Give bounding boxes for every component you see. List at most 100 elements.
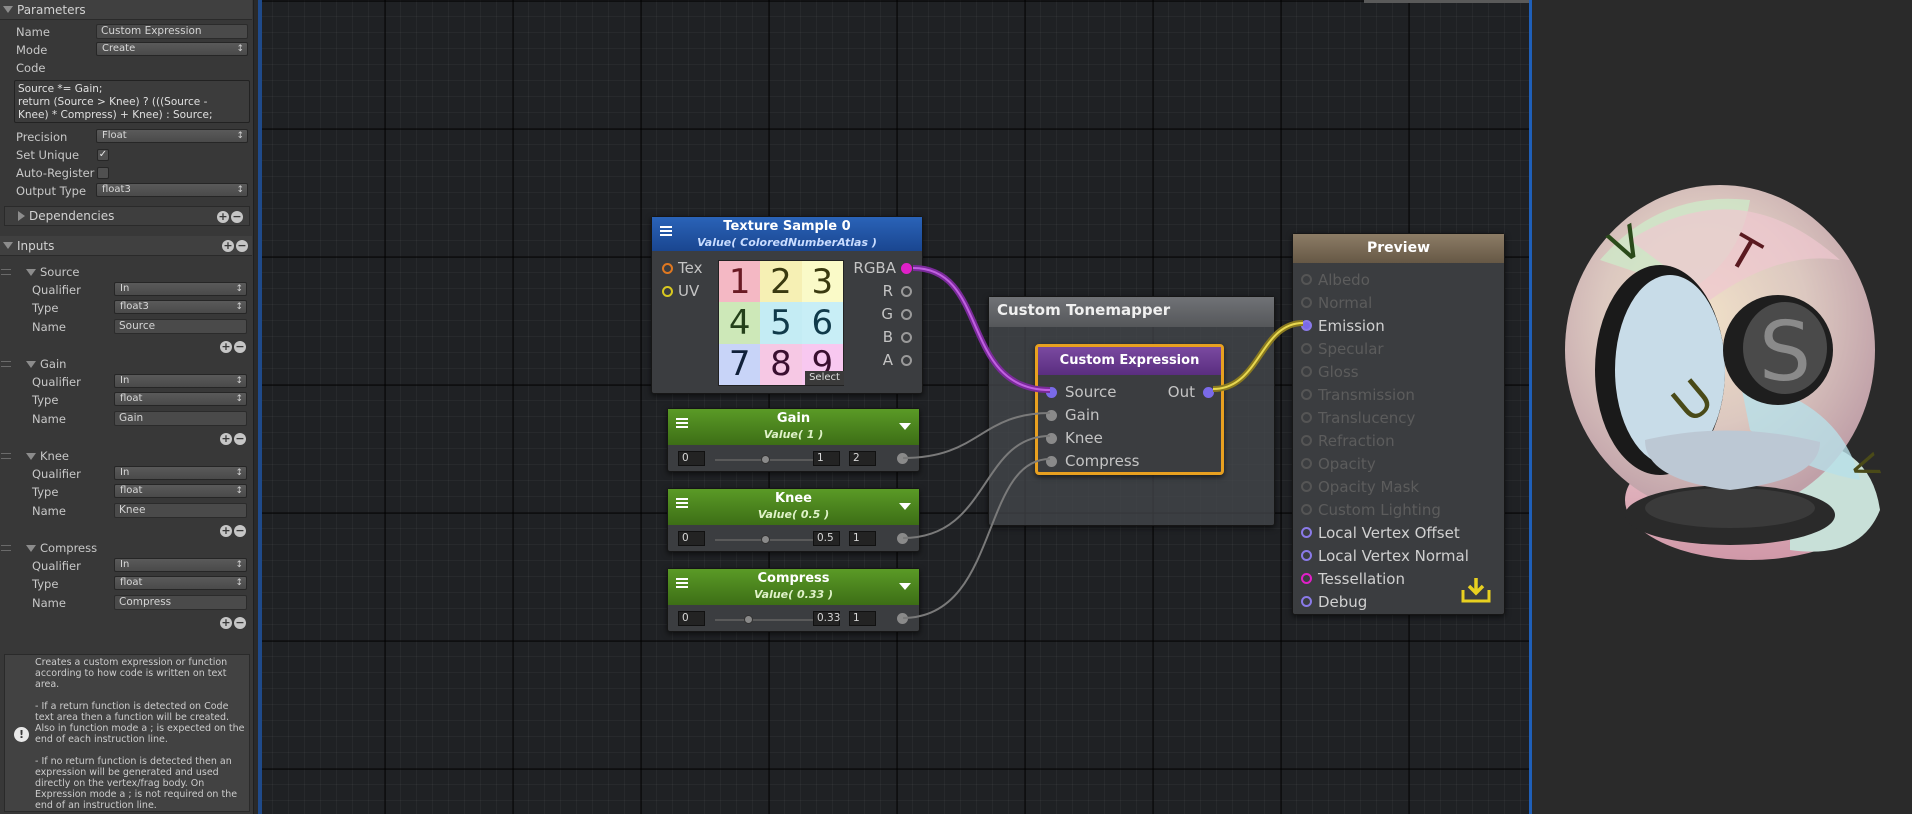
output-port-specular[interactable]: Specular [1301, 337, 1469, 360]
out-output-port[interactable]: Out [1168, 383, 1214, 401]
output-port-tessellation[interactable]: Tessellation [1301, 567, 1469, 590]
output-port-dot-icon[interactable] [897, 613, 908, 624]
add-input-icon[interactable]: + [220, 433, 232, 445]
port-dot-icon[interactable] [1301, 412, 1312, 423]
output-port-refraction[interactable]: Refraction [1301, 429, 1469, 452]
output-port-albedo[interactable]: Albedo [1301, 268, 1469, 291]
collapse-triangle-icon[interactable] [26, 360, 36, 368]
port-dot-icon[interactable] [1301, 435, 1312, 446]
preview-output-node[interactable]: Preview Albedo Normal Emission Specular Glos… [1292, 233, 1505, 615]
port-dot-icon[interactable] [901, 331, 912, 343]
remove-input-icon[interactable]: − [234, 433, 246, 445]
type-dropdown[interactable]: float [114, 576, 247, 590]
value-slider[interactable] [715, 455, 815, 464]
output-port-local-vertex-offset[interactable]: Local Vertex Offset [1301, 521, 1469, 544]
node-header[interactable]: Custom Expression [1038, 347, 1221, 375]
max-field[interactable]: 2 [849, 451, 876, 466]
port-dot-icon[interactable] [1301, 297, 1312, 308]
node-header[interactable]: Preview [1293, 234, 1504, 263]
value-slider[interactable] [715, 615, 815, 624]
add-input-icon[interactable]: + [220, 525, 232, 537]
input-name-field[interactable]: Source [114, 319, 247, 334]
knee-input-port[interactable]: Knee [1046, 429, 1103, 447]
add-input-icon[interactable]: + [220, 617, 232, 629]
tex-input-port[interactable]: Tex [662, 259, 702, 277]
port-dot-icon[interactable] [662, 285, 673, 297]
input-name-field[interactable]: Compress [114, 595, 247, 610]
group-header[interactable]: Custom Tonemapper [989, 297, 1274, 327]
drag-handle-icon[interactable] [1, 453, 11, 459]
output-port-normal[interactable]: Normal [1301, 291, 1469, 314]
remove-input-icon[interactable]: − [236, 240, 248, 252]
add-input-icon[interactable]: + [222, 240, 234, 252]
slider-knob[interactable] [744, 615, 753, 624]
drag-handle-icon[interactable] [1, 545, 11, 551]
output-port-gloss[interactable]: Gloss [1301, 360, 1469, 383]
type-dropdown[interactable]: float [114, 392, 247, 406]
knee-node[interactable]: Knee Value( 0.5 ) 0 0.5 1 [667, 488, 920, 552]
custom-expression-node[interactable]: Custom Expression Source Gain Knee Compr… [1035, 344, 1224, 475]
port-dot-icon[interactable] [901, 354, 912, 366]
slider-knob[interactable] [761, 455, 770, 464]
compress-input-port[interactable]: Compress [1046, 452, 1139, 470]
port-dot-icon[interactable] [901, 262, 912, 274]
a-output-port[interactable]: A [883, 351, 912, 369]
port-dot-icon[interactable] [1301, 573, 1312, 584]
value-field[interactable]: 1 [813, 451, 840, 466]
canvas-toolbar-stub[interactable] [1364, 0, 1529, 3]
output-port-transmission[interactable]: Transmission [1301, 383, 1469, 406]
max-field[interactable]: 1 [849, 531, 876, 546]
code-textarea[interactable]: Source *= Gain; return (Source > Knee) ?… [14, 80, 250, 123]
port-dot-icon[interactable] [1301, 274, 1312, 285]
output-type-dropdown[interactable]: float3 [96, 183, 248, 197]
save-download-icon[interactable] [1460, 576, 1492, 604]
output-port-dot-icon[interactable] [897, 533, 908, 544]
port-dot-icon[interactable] [1301, 320, 1312, 331]
remove-input-icon[interactable]: − [234, 525, 246, 537]
qualifier-dropdown[interactable]: In [114, 466, 247, 480]
port-dot-icon[interactable] [1301, 596, 1312, 607]
port-dot-icon[interactable] [1301, 527, 1312, 538]
port-dot-icon[interactable] [662, 262, 673, 274]
gain-input-port[interactable]: Gain [1046, 406, 1100, 424]
port-dot-icon[interactable] [1301, 389, 1312, 400]
material-preview[interactable]: S V T U 3 V [1540, 180, 1900, 620]
output-port-debug[interactable]: Debug [1301, 590, 1469, 613]
input-name-field[interactable]: Gain [114, 411, 247, 426]
port-dot-icon[interactable] [901, 308, 912, 320]
port-dot-icon[interactable] [1046, 432, 1057, 444]
port-dot-icon[interactable] [1301, 550, 1312, 561]
port-dot-icon[interactable] [1203, 386, 1214, 398]
collapse-triangle-icon[interactable] [26, 452, 36, 460]
port-dot-icon[interactable] [1046, 455, 1057, 467]
output-port-dot-icon[interactable] [897, 453, 908, 464]
min-field[interactable]: 0 [678, 611, 705, 626]
output-port-local-vertex-normal[interactable]: Local Vertex Normal [1301, 544, 1469, 567]
port-dot-icon[interactable] [1046, 409, 1057, 421]
node-header[interactable]: Texture Sample 0 Value( ColoredNumberAtl… [652, 217, 922, 251]
output-port-translucency[interactable]: Translucency [1301, 406, 1469, 429]
port-dot-icon[interactable] [1301, 504, 1312, 515]
precision-dropdown[interactable]: Float [96, 129, 248, 143]
port-dot-icon[interactable] [1301, 458, 1312, 469]
collapse-triangle-icon[interactable] [3, 242, 13, 249]
collapse-triangle-icon[interactable] [26, 544, 36, 552]
drag-handle-icon[interactable] [1, 361, 11, 367]
min-field[interactable]: 0 [678, 531, 705, 546]
value-field[interactable]: 0.33 [813, 611, 840, 626]
input-name-field[interactable]: Knee [114, 503, 247, 518]
remove-input-icon[interactable]: − [234, 341, 246, 353]
qualifier-dropdown[interactable]: In [114, 282, 247, 296]
name-field[interactable]: Custom Expression [96, 24, 248, 39]
dropdown-arrow-icon[interactable] [899, 503, 911, 510]
node-header[interactable]: Compress Value( 0.33 ) [668, 569, 919, 605]
drag-handle-icon[interactable] [1, 269, 11, 275]
texture-sample-node[interactable]: Texture Sample 0 Value( ColoredNumberAtl… [651, 216, 923, 394]
parameters-header[interactable]: Parameters [0, 0, 252, 20]
source-input-port[interactable]: Source [1046, 383, 1117, 401]
auto-register-checkbox[interactable] [97, 167, 109, 179]
add-input-icon[interactable]: + [220, 341, 232, 353]
r-output-port[interactable]: R [883, 282, 912, 300]
max-field[interactable]: 1 [849, 611, 876, 626]
rgba-output-port[interactable]: RGBA [853, 259, 912, 277]
